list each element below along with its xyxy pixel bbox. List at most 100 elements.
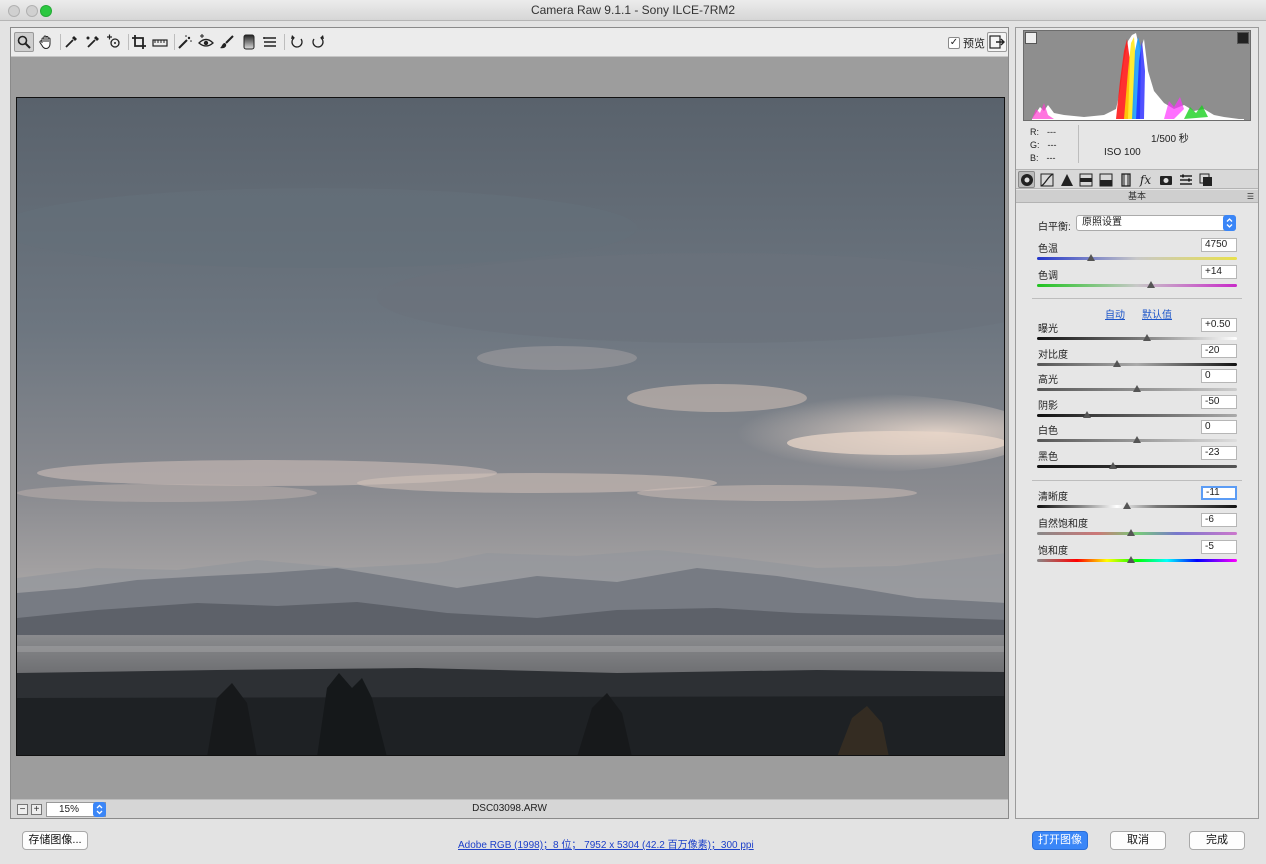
shadows-value-field[interactable]: -50 xyxy=(1201,395,1237,409)
white-balance-select[interactable]: 原照设置 xyxy=(1076,215,1236,231)
exposure-slider-track[interactable] xyxy=(1037,337,1237,340)
straighten-tool-button[interactable] xyxy=(150,32,170,52)
file-name: DSC03098.ARW xyxy=(472,803,547,814)
cancel-button[interactable]: 取消 xyxy=(1110,831,1166,850)
save-image-button[interactable]: 存储图像... xyxy=(22,831,88,850)
highlight-clip-warning-icon[interactable] xyxy=(1237,32,1249,44)
whites-label: 白色 xyxy=(1038,426,1058,437)
panel-title-text: 基本 xyxy=(1127,191,1146,201)
contrast-slider-track[interactable] xyxy=(1037,363,1237,366)
shadows-slider-thumb[interactable] xyxy=(1083,411,1091,418)
fullscreen-button[interactable] xyxy=(987,32,1007,52)
zoom-window-button[interactable] xyxy=(40,5,52,17)
vibrance-value-field[interactable]: -6 xyxy=(1201,513,1237,527)
rotate-right-button[interactable] xyxy=(308,32,328,52)
clarity-slider-track[interactable] xyxy=(1037,505,1237,508)
highlights-label: 高光 xyxy=(1038,375,1058,386)
graduated-filter-tool-button[interactable] xyxy=(239,32,259,52)
fullscreen-icon xyxy=(989,35,1005,49)
tab-effects[interactable]: fx xyxy=(1137,171,1154,188)
open-image-button[interactable]: 打开图像 xyxy=(1032,831,1088,850)
panel-menu-icon[interactable]: ☰ xyxy=(1247,190,1254,203)
vibrance-label: 自然饱和度 xyxy=(1038,519,1088,530)
snapshots-icon xyxy=(1199,173,1212,186)
clarity-value-field[interactable]: -11 xyxy=(1201,486,1237,500)
preview-toggle[interactable]: ✓ 预览 xyxy=(948,35,985,51)
crop-tool-button[interactable] xyxy=(129,32,149,52)
adjustment-brush-tool-button[interactable] xyxy=(217,32,237,52)
red-eye-icon xyxy=(198,34,214,47)
saturation-slider-track[interactable] xyxy=(1037,559,1237,562)
photo-preview[interactable] xyxy=(16,97,1005,756)
close-window-button[interactable] xyxy=(8,5,20,17)
shadows-slider-track[interactable] xyxy=(1037,414,1237,417)
contrast-slider-thumb[interactable] xyxy=(1113,360,1121,367)
targeted-adjust-tool-button[interactable] xyxy=(104,32,124,52)
white-balance-dropdown-arrow[interactable] xyxy=(1223,215,1236,231)
whites-slider-thumb[interactable] xyxy=(1133,436,1141,443)
tint-value-field[interactable]: +14 xyxy=(1201,265,1237,279)
temperature-slider-track[interactable] xyxy=(1037,257,1237,260)
hand-icon xyxy=(39,35,51,50)
spot-removal-tool-button[interactable] xyxy=(175,32,195,52)
red-eye-tool-button[interactable] xyxy=(196,32,216,52)
temperature-value-field[interactable]: 4750 xyxy=(1201,238,1237,252)
histogram-graph xyxy=(1032,33,1244,120)
blacks-slider-track[interactable] xyxy=(1037,465,1237,468)
whites-value-field[interactable]: 0 xyxy=(1201,420,1237,434)
tab-basic[interactable] xyxy=(1018,171,1035,188)
saturation-label: 饱和度 xyxy=(1038,546,1068,557)
exposure-slider-thumb[interactable] xyxy=(1143,334,1151,341)
blacks-slider-thumb[interactable] xyxy=(1109,462,1117,469)
white-balance-value: 原照设置 xyxy=(1082,217,1122,228)
white-balance-label: 白平衡: xyxy=(1038,222,1071,233)
preview-checkbox[interactable]: ✓ xyxy=(948,37,960,49)
tab-split-toning[interactable] xyxy=(1097,171,1114,188)
radial-filter-tool-button[interactable] xyxy=(260,32,280,52)
tint-slider-thumb[interactable] xyxy=(1147,281,1155,288)
zoom-tool-button[interactable] xyxy=(14,32,34,52)
tab-presets[interactable] xyxy=(1177,171,1194,188)
minimize-window-button[interactable] xyxy=(26,5,38,17)
panel-tab-strip: fx xyxy=(1016,169,1258,189)
contrast-label: 对比度 xyxy=(1038,350,1068,361)
contrast-value-field[interactable]: -20 xyxy=(1201,344,1237,358)
tab-detail[interactable] xyxy=(1058,171,1075,188)
hand-tool-button[interactable] xyxy=(36,32,56,52)
saturation-value-field[interactable]: -5 xyxy=(1201,540,1237,554)
tint-slider-track[interactable] xyxy=(1037,284,1237,287)
tint-label: 色调 xyxy=(1038,271,1058,282)
done-button[interactable]: 完成 xyxy=(1189,831,1245,850)
white-balance-tool-button[interactable] xyxy=(61,32,81,52)
clarity-slider-thumb[interactable] xyxy=(1123,502,1131,509)
color-sampler-tool-button[interactable] xyxy=(82,32,102,52)
chevron-updown-icon xyxy=(1226,218,1233,228)
targeted-adjust-icon xyxy=(107,34,120,48)
tab-hsl[interactable] xyxy=(1077,171,1094,188)
exposure-value-field[interactable]: +0.50 xyxy=(1201,318,1237,332)
window-title: Camera Raw 9.1.1 - Sony ILCE-7RM2 xyxy=(530,3,736,17)
curve-icon xyxy=(1040,172,1053,187)
workflow-options-link[interactable]: Adobe RGB (1998)；8 位； 7952 x 5304 (42.2 … xyxy=(458,836,754,851)
tab-snapshots[interactable] xyxy=(1197,171,1214,188)
shadow-clip-warning-icon[interactable] xyxy=(1025,32,1037,44)
exposure-label: 曝光 xyxy=(1038,324,1058,335)
vibrance-slider-thumb[interactable] xyxy=(1127,529,1135,536)
default-link[interactable]: 默认值 xyxy=(1142,306,1172,321)
adjustments-pane: R: --- G: --- B: --- 1/500 秒 ISO 100 fx 基本 … xyxy=(1015,27,1259,819)
tab-camera-calibration[interactable] xyxy=(1157,171,1174,188)
temperature-slider-thumb[interactable] xyxy=(1087,254,1095,261)
auto-link[interactable]: 自动 xyxy=(1105,306,1125,321)
vibrance-slider-track[interactable] xyxy=(1037,532,1237,535)
tab-tone-curve[interactable] xyxy=(1038,171,1055,188)
tool-bar: ✓ 预览 xyxy=(11,28,1008,57)
highlights-slider-thumb[interactable] xyxy=(1133,385,1141,392)
shutter-speed: 1/500 秒 xyxy=(1151,134,1189,145)
hsl-icon xyxy=(1079,173,1092,186)
rotate-left-button[interactable] xyxy=(287,32,307,52)
tab-lens-corrections[interactable] xyxy=(1117,171,1134,188)
blacks-value-field[interactable]: -23 xyxy=(1201,446,1237,460)
highlights-value-field[interactable]: 0 xyxy=(1201,369,1237,383)
g-value: --- xyxy=(1047,140,1057,150)
saturation-slider-thumb[interactable] xyxy=(1127,556,1135,563)
